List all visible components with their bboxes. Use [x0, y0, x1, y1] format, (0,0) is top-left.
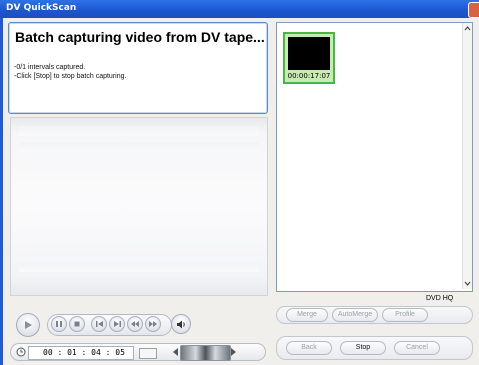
- status-line-intervals: -0/1 intervals captured.: [14, 64, 86, 71]
- window-title: DV QuickScan: [6, 3, 77, 13]
- stop-playback-button[interactable]: [69, 316, 85, 332]
- scroll-up-icon[interactable]: [464, 26, 471, 31]
- title-bar: DV QuickScan: [0, 0, 479, 18]
- rewind-button[interactable]: [127, 316, 143, 332]
- close-button[interactable]: [468, 2, 479, 18]
- fast-forward-icon: [149, 321, 157, 327]
- cancel-button[interactable]: Cancel: [394, 341, 440, 355]
- jog-shuttle[interactable]: [180, 345, 231, 361]
- thumbnail-frame: [288, 37, 330, 70]
- merge-button[interactable]: Merge: [286, 308, 328, 322]
- timecode-display[interactable]: 00 : 01 : 04 : 05: [28, 346, 134, 360]
- quality-label: DVD HQ: [426, 295, 454, 302]
- captured-scenes-list[interactable]: 00:00:17:07: [276, 22, 473, 292]
- pause-icon: [56, 321, 62, 327]
- volume-icon: [177, 320, 185, 328]
- status-panel: Batch capturing video from DV tape... -0…: [8, 22, 268, 114]
- play-button[interactable]: [16, 313, 40, 337]
- video-preview: [10, 117, 268, 296]
- timecode-value: 00 : 01 : 04 : 05: [43, 348, 125, 357]
- shuttle-left-icon[interactable]: [173, 348, 179, 356]
- stop-icon: [74, 321, 80, 327]
- scroll-down-icon[interactable]: [464, 281, 471, 286]
- prev-frame-icon: [95, 321, 103, 327]
- status-line-instructions: -Click [Stop] to stop batch capturing.: [14, 73, 127, 80]
- profile-button[interactable]: Profile: [382, 308, 428, 322]
- automerge-button[interactable]: AutoMerge: [332, 308, 378, 322]
- volume-button[interactable]: [171, 314, 191, 334]
- clock-icon: [16, 347, 26, 357]
- shuttle-right-icon[interactable]: [231, 348, 237, 356]
- next-frame-icon: [113, 321, 121, 327]
- next-frame-button[interactable]: [109, 316, 125, 332]
- timecode-set-button[interactable]: [139, 348, 157, 359]
- stop-button[interactable]: Stop: [340, 341, 386, 355]
- rewind-icon: [131, 321, 139, 327]
- timecode-bar: 00 : 01 : 04 : 05: [10, 343, 266, 361]
- fast-forward-button[interactable]: [145, 316, 161, 332]
- scene-thumbnail[interactable]: 00:00:17:07: [283, 32, 335, 84]
- back-button[interactable]: Back: [286, 341, 332, 355]
- prev-frame-button[interactable]: [91, 316, 107, 332]
- status-heading: Batch capturing video from DV tape...: [15, 29, 265, 45]
- pause-button[interactable]: [51, 316, 67, 332]
- scrollbar[interactable]: [462, 23, 472, 289]
- play-icon: [25, 321, 32, 329]
- thumbnail-timecode: 00:00:17:07: [287, 72, 331, 80]
